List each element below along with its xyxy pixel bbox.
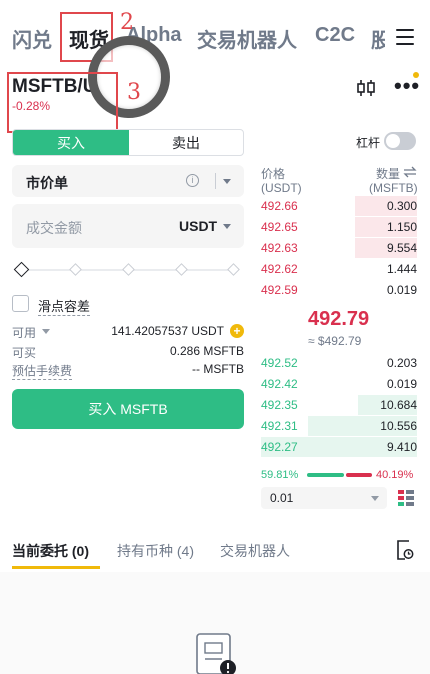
buyable-label: 可买 [12, 346, 37, 360]
menu-icon[interactable] [396, 29, 414, 45]
bid-qty: 9.410 [386, 440, 417, 454]
divider [215, 173, 216, 189]
buy-ratio: 59.81% [261, 469, 299, 481]
bid-qty: 10.556 [380, 419, 417, 433]
more-options-icon[interactable]: ••• [394, 75, 419, 97]
slider-step-50[interactable] [122, 263, 135, 276]
order-history-icon[interactable] [396, 540, 414, 560]
slider-handle[interactable] [13, 261, 30, 278]
tab-bots[interactable]: 交易机器人 [220, 541, 290, 561]
ask-price: 492.66 [261, 199, 298, 213]
annotation-box-3 [7, 72, 118, 133]
sell-ratio-bar [346, 473, 372, 477]
available-row: 可用 141.42057537 USDT + [12, 324, 244, 340]
bid-price: 492.27 [261, 440, 298, 454]
amount-input[interactable]: 成交金额 USDT [12, 204, 244, 248]
bid-price: 492.35 [261, 398, 298, 412]
tab-open-orders[interactable]: 当前委托 (0) [12, 541, 89, 561]
tab-swap[interactable]: 闪兑 [12, 24, 52, 53]
slider-step-100[interactable] [227, 263, 240, 276]
bid-price: 492.31 [261, 419, 298, 433]
ask-price: 492.65 [261, 220, 298, 234]
tab-stocks[interactable]: 股 [371, 24, 385, 53]
add-funds-icon[interactable]: + [230, 324, 244, 338]
ask-row[interactable]: 492.66 0.300 [261, 196, 417, 216]
last-price-usd: ≈ $492.79 [308, 334, 362, 348]
chevron-down-icon[interactable] [42, 329, 50, 334]
ask-price: 492.63 [261, 241, 298, 255]
bid-row[interactable]: 492.42 0.019 [261, 374, 417, 394]
qty-header: 数量 [376, 167, 401, 181]
chevron-down-icon [223, 224, 231, 229]
sell-ratio: 40.19% [376, 469, 414, 481]
ask-qty: 1.150 [386, 220, 417, 234]
tab-c2c[interactable]: C2C [315, 24, 355, 47]
price-unit: (USDT) [261, 181, 302, 195]
buy-sell-toggle: 买入 卖出 [12, 129, 244, 156]
qty-unit: (MSFTB) [369, 181, 418, 195]
precision-select[interactable]: 0.01 [261, 487, 387, 509]
bid-row[interactable]: 492.52 0.203 [261, 353, 417, 373]
chevron-down-icon [223, 179, 231, 184]
sell-tab[interactable]: 卖出 [129, 130, 243, 155]
leverage-label: 杠杆 [356, 136, 381, 150]
slippage-checkbox[interactable] [12, 295, 29, 312]
tab-trading-bots[interactable]: 交易机器人 [197, 24, 297, 53]
swap-icon[interactable] [403, 166, 417, 178]
orders-tabs: 当前委托 (0) 持有币种 (4) 交易机器人 [0, 538, 430, 572]
ask-qty: 1.444 [386, 262, 417, 276]
buy-submit-button[interactable]: 买入 MSFTB [12, 389, 244, 429]
last-price: 492.79 [308, 308, 370, 330]
ask-price: 492.62 [261, 262, 298, 276]
amount-placeholder: 成交金额 [26, 220, 82, 236]
bid-qty: 0.019 [386, 377, 417, 391]
annotation-label-2: 2 [120, 10, 134, 35]
buyable-value: 0.286 MSFTB [169, 344, 244, 358]
order-type-select[interactable]: 市价单 i [12, 165, 244, 197]
candlestick-chart-icon[interactable] [356, 78, 376, 98]
fee-label[interactable]: 预估手续费 [12, 362, 73, 380]
slippage-label[interactable]: 滑点容差 [38, 296, 91, 316]
ask-row[interactable]: 492.62 1.444 [261, 259, 417, 279]
active-tab-underline [12, 566, 100, 569]
amount-slider[interactable] [13, 261, 240, 278]
buy-tab[interactable]: 买入 [13, 130, 129, 155]
ask-row[interactable]: 492.65 1.150 [261, 217, 417, 237]
bid-row[interactable]: 492.35 10.684 [261, 395, 417, 415]
bid-price: 492.42 [261, 377, 298, 391]
amount-unit-select[interactable]: USDT [179, 218, 217, 234]
bid-row[interactable]: 492.27 9.410 [261, 437, 417, 457]
tab-holdings[interactable]: 持有币种 (4) [117, 541, 194, 561]
slider-step-75[interactable] [175, 263, 188, 276]
bid-qty: 0.203 [386, 356, 417, 370]
fee-row: 预估手续费 -- MSFTB [12, 362, 244, 380]
bid-qty: 10.684 [380, 398, 417, 412]
ask-qty: 9.554 [386, 241, 417, 255]
info-icon[interactable]: i [186, 174, 199, 187]
fee-value: -- MSFTB [192, 362, 244, 376]
ask-qty: 0.300 [386, 199, 417, 213]
chevron-down-icon [371, 496, 379, 501]
slider-step-25[interactable] [69, 263, 82, 276]
order-type-value: 市价单 [26, 175, 68, 191]
ask-row[interactable]: 492.63 9.554 [261, 238, 417, 258]
leverage-toggle[interactable] [384, 132, 416, 150]
precision-value: 0.01 [270, 491, 294, 505]
annotation-label-3: 3 [127, 80, 141, 105]
bid-price: 492.52 [261, 356, 298, 370]
notification-dot [413, 72, 419, 78]
buyable-row: 可买 0.286 MSFTB [12, 344, 244, 360]
empty-state-icon [196, 633, 236, 674]
orderbook-layout-icon[interactable] [397, 489, 415, 507]
ask-price: 492.59 [261, 283, 298, 297]
ask-row[interactable]: 492.59 0.019 [261, 280, 417, 300]
ask-qty: 0.019 [386, 283, 417, 297]
price-header: 价格 [261, 167, 286, 181]
bid-row[interactable]: 492.31 10.556 [261, 416, 417, 436]
available-value: 141.42057537 USDT [111, 324, 224, 338]
available-label: 可用 [12, 326, 37, 340]
buy-ratio-bar [307, 473, 344, 477]
